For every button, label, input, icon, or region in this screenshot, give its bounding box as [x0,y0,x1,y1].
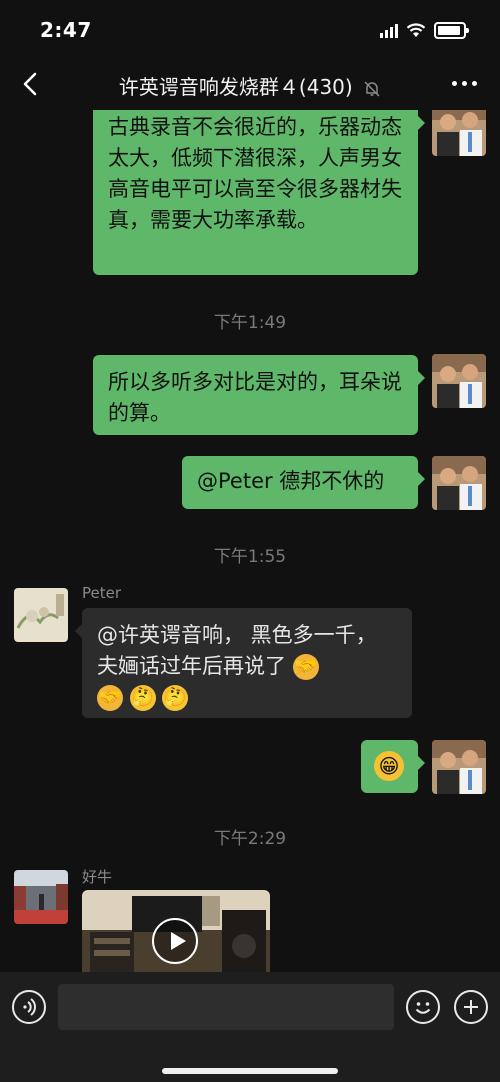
message-text: @Peter 德邦不休的 [197,469,385,493]
avatar-photo [432,354,486,408]
peter-avatar[interactable] [14,588,68,642]
input-bar [0,972,500,1082]
plus-icon[interactable] [454,990,488,1024]
outgoing-message[interactable]: 古典录音不会很近的，乐器动态太大，低频下潜很深，人声男女高音电平可以高至令很多器… [93,110,425,275]
incoming-message[interactable]: @许英谔音响， 黑色多一千，夫婳话过年后再说了 🤝 🤝 🤔 🤔 [75,608,412,718]
haoniu-avatar[interactable] [14,870,68,924]
message-text: @许英谔音响， 黑色多一千，夫婳话过年后再说了 [97,623,377,678]
avatar-photo [432,740,486,794]
status-bar: 2:47 [0,0,500,58]
wifi-icon [406,23,426,37]
chat-title[interactable]: 许英谔音响发烧群４(430) [0,71,500,100]
message-input[interactable] [58,984,394,1030]
my-avatar[interactable] [432,110,486,156]
thinking-emoji-icon: 🤔 [162,685,189,711]
message-text: 所以多听多对比是对的，耳朵说的算。 [108,370,402,425]
voice-icon[interactable] [12,990,46,1024]
my-avatar[interactable] [432,354,486,408]
thinking-emoji-icon: 🤔 [129,685,156,711]
avatar-photo [14,588,68,642]
avatar-photo [432,110,486,156]
chat-messages[interactable]: 古典录音不会很近的，乐器动态太大，低频下潜很深，人声男女高音电平可以高至令很多器… [0,110,500,972]
handshake-emoji-icon: 🤝 [292,654,319,680]
battery-icon [434,22,469,39]
my-avatar[interactable] [432,456,486,510]
grin-emoji-icon: 😁 [374,751,404,781]
outgoing-message[interactable]: 😁 [361,740,425,793]
timestamp: 下午2:29 [213,829,287,849]
more-dots-icon[interactable] [452,76,478,90]
bell-off-icon [364,80,380,97]
home-indicator[interactable] [162,1068,338,1074]
play-icon[interactable] [152,918,198,964]
timestamp: 下午1:55 [213,547,287,567]
sender-name: 好牛 [82,868,113,886]
emoji-icon[interactable] [406,990,440,1024]
group-name: 许英谔音响发烧群４(430) [118,75,353,99]
avatar-photo [14,870,68,924]
my-avatar[interactable] [432,740,486,794]
sender-name: Peter [82,584,122,602]
outgoing-message[interactable]: 所以多听多对比是对的，耳朵说的算。 [93,355,425,435]
timestamp: 下午1:49 [213,313,287,333]
avatar-photo [432,456,486,510]
outgoing-message[interactable]: @Peter 德邦不休的 [182,456,425,509]
message-text: 古典录音不会很近的，乐器动态太大，低频下潜很深，人声男女高音电平可以高至令很多器… [108,115,402,232]
video-message-thumbnail[interactable] [82,890,270,972]
chat-header: 许英谔音响发烧群４(430) [0,58,500,110]
status-icons [380,22,469,39]
cellular-signal-icon [380,23,398,38]
status-time: 2:47 [40,18,92,42]
handshake-emoji-icon: 🤝 [97,685,123,711]
